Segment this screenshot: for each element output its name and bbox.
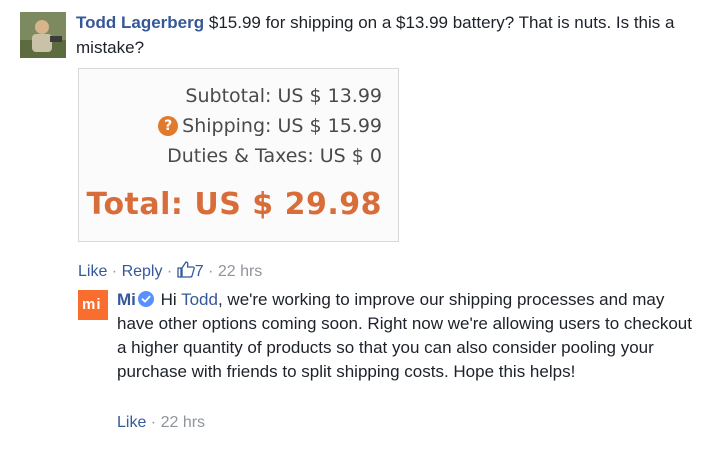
comment-body: Todd Lagerberg $15.99 for shipping on a …: [76, 10, 706, 60]
question-icon[interactable]: ?: [158, 116, 179, 136]
mention-link[interactable]: Todd: [181, 290, 218, 309]
comment-author-link[interactable]: Todd Lagerberg: [76, 13, 204, 32]
like-count[interactable]: 7: [195, 263, 204, 280]
mi-logo[interactable]: mi: [78, 290, 108, 320]
reply-link[interactable]: Reply: [122, 263, 163, 280]
separator: ·: [162, 263, 177, 280]
reply-body: Mi Hi Todd, we're working to improve our…: [117, 288, 697, 384]
comment-attachment-image[interactable]: Subtotal: US $ 13.99 ? Shipping: US $ 15.…: [78, 68, 399, 242]
avatar[interactable]: [20, 12, 66, 58]
comment-actions: Like · Reply · 7 · 22 hrs: [78, 261, 262, 283]
timestamp[interactable]: 22 hrs: [161, 414, 205, 431]
shipping-text: Shipping: US $ 15.99: [182, 115, 382, 137]
thumbs-up-icon[interactable]: [177, 261, 195, 283]
like-link[interactable]: Like: [78, 263, 107, 280]
user-avatar-image: [20, 12, 66, 58]
total-line: Total: US $ 29.98: [86, 187, 382, 222]
separator: ·: [203, 263, 218, 280]
verified-badge-icon: [137, 291, 154, 307]
reply-author-link[interactable]: Mi: [117, 290, 136, 309]
subtotal-line: Subtotal: US $ 13.99: [185, 85, 382, 107]
duties-line: Duties & Taxes: US $ 0: [167, 145, 382, 167]
separator: ·: [146, 414, 161, 431]
separator: ·: [107, 263, 122, 280]
shipping-line: ? Shipping: US $ 15.99: [158, 115, 382, 137]
mi-logo-text: mi: [82, 296, 102, 313]
reply-actions: Like · 22 hrs: [117, 414, 205, 432]
timestamp[interactable]: 22 hrs: [218, 263, 262, 280]
reply-text: Hi: [155, 290, 182, 309]
like-link[interactable]: Like: [117, 414, 146, 431]
